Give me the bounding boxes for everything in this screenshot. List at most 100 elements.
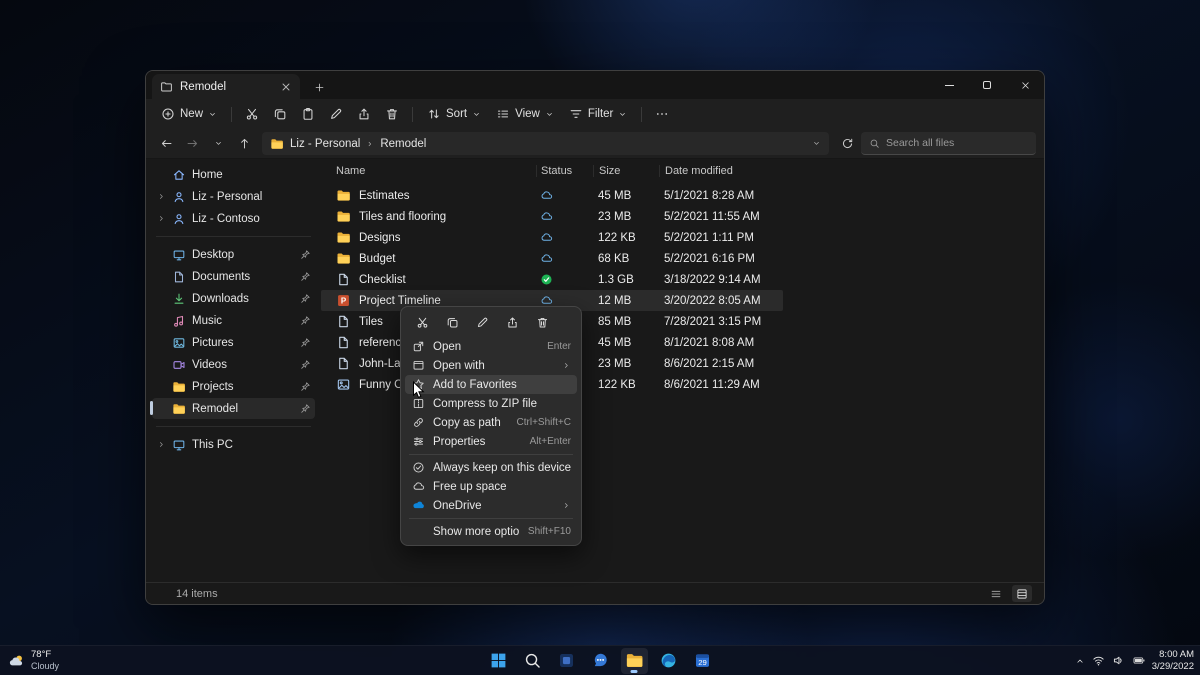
quick-copy-button[interactable]	[439, 312, 465, 333]
taskbar-search-button[interactable]	[519, 648, 546, 674]
menu-item-add-to-favorites[interactable]: Add to Favorites	[405, 375, 577, 394]
sidebar-item-remodel[interactable]: Remodel	[150, 398, 315, 419]
sidebar-item-label: Remodel	[192, 402, 239, 415]
share-icon	[357, 107, 371, 121]
sidebar-item-music[interactable]: Music	[152, 310, 315, 331]
sidebar-item-liz-contoso[interactable]: Liz - Contoso	[152, 208, 315, 229]
tray-expand-button[interactable]	[1075, 656, 1085, 666]
network-button[interactable]	[1092, 654, 1105, 667]
file-row-budget[interactable]: Budget 68 KB 5/2/2021 6:16 PM	[321, 248, 783, 269]
rename-button[interactable]	[323, 102, 349, 126]
details-view-toggle[interactable]	[1012, 585, 1032, 602]
volume-button[interactable]	[1112, 654, 1125, 667]
sidebar-item-downloads[interactable]: Downloads	[152, 288, 315, 309]
column-header-date-modified[interactable]: Date modified	[659, 165, 1044, 177]
file-size: 122 KB	[598, 231, 636, 244]
taskbar-edge-button[interactable]	[655, 648, 682, 674]
search-box[interactable]	[861, 132, 1036, 155]
taskbar-weather-widget[interactable]: 78°F Cloudy	[8, 649, 59, 671]
quick-share-button[interactable]	[499, 312, 525, 333]
context-menu: Open Enter Open with Add to Favorites Compre…	[400, 306, 582, 546]
filter-label: Filter	[587, 108, 614, 120]
file-row-tiles-and-flooring[interactable]: Tiles and flooring 23 MB 5/2/2021 11:55 AM	[321, 206, 783, 227]
quick-delete-button[interactable]	[529, 312, 555, 333]
refresh-button[interactable]	[835, 132, 859, 156]
sidebar-item-this-pc[interactable]: This PC	[152, 434, 315, 455]
menu-item-compress-to-zip-file[interactable]: Compress to ZIP file	[405, 394, 577, 413]
quick-rename-button[interactable]	[469, 312, 495, 333]
column-header-status[interactable]: Status	[536, 165, 593, 177]
recent-locations-button[interactable]	[206, 132, 230, 156]
back-icon	[160, 137, 173, 150]
delete-button[interactable]	[379, 102, 405, 126]
tab-remodel[interactable]: Remodel	[152, 74, 300, 99]
sort-button[interactable]: Sort	[420, 103, 488, 125]
copy-button[interactable]	[267, 102, 293, 126]
menu-item-copy-as-path[interactable]: Copy as path Ctrl+Shift+C	[405, 413, 577, 432]
maximize-button[interactable]	[968, 71, 1006, 99]
column-header-size[interactable]: Size	[593, 165, 659, 177]
sidebar-item-documents[interactable]: Documents	[152, 266, 315, 287]
file-name: Designs	[359, 231, 401, 244]
battery-button[interactable]	[1132, 654, 1145, 667]
sidebar-item-videos[interactable]: Videos	[152, 354, 315, 375]
search-icon	[869, 138, 880, 149]
close-button[interactable]	[1006, 71, 1044, 99]
cut-button[interactable]	[239, 102, 265, 126]
breadcrumb-item-current[interactable]: Remodel	[380, 138, 426, 150]
chevron-right-icon[interactable]	[156, 214, 166, 224]
file-row-estimates[interactable]: Estimates 45 MB 5/1/2021 8:28 AM	[321, 185, 783, 206]
menu-item-show-more-options[interactable]: Show more options Shift+F10	[405, 522, 577, 541]
menu-item-onedrive[interactable]: OneDrive	[405, 496, 577, 515]
new-tab-button[interactable]	[308, 76, 330, 98]
list-view-toggle[interactable]	[986, 585, 1006, 602]
menu-item-open[interactable]: Open Enter	[405, 337, 577, 356]
sidebar-item-pictures[interactable]: Pictures	[152, 332, 315, 353]
file-name: Estimates	[359, 189, 410, 202]
minimize-button[interactable]	[930, 71, 968, 99]
file-row-designs[interactable]: Designs 122 KB 5/2/2021 1:11 PM	[321, 227, 783, 248]
address-dropdown-icon[interactable]	[812, 139, 821, 148]
forward-button[interactable]	[180, 132, 204, 156]
status-bar: 14 items	[146, 582, 1044, 604]
menu-item-open-with[interactable]: Open with	[405, 356, 577, 375]
tab-close-icon[interactable]	[280, 81, 292, 93]
taskbar-file-explorer-button[interactable]	[620, 647, 648, 674]
chevron-right-icon[interactable]	[156, 440, 166, 450]
taskbar-task-view-button[interactable]	[553, 648, 580, 674]
folder-icon	[336, 188, 351, 203]
breadcrumb-item-parent[interactable]: Liz - Personal	[290, 138, 360, 150]
svg-text:P: P	[341, 297, 347, 306]
menu-item-properties[interactable]: Properties Alt+Enter	[405, 432, 577, 451]
sidebar-item-desktop[interactable]: Desktop	[152, 244, 315, 265]
more-options-button[interactable]	[649, 102, 675, 126]
breadcrumb[interactable]: Liz - Personal Remodel	[262, 132, 829, 155]
pin-icon	[300, 315, 311, 326]
file-row-checklist[interactable]: Checklist 1.3 GB 3/18/2022 9:14 AM	[321, 269, 783, 290]
music-icon	[172, 314, 186, 328]
menu-item-free-up-space[interactable]: Free up space	[405, 477, 577, 496]
file-name: Tiles and flooring	[359, 210, 447, 223]
menu-item-always-keep-on-this-device[interactable]: Always keep on this device	[405, 458, 577, 477]
up-button[interactable]	[232, 132, 256, 156]
filter-button[interactable]: Filter	[562, 103, 635, 125]
paste-button[interactable]	[295, 102, 321, 126]
share-button[interactable]	[351, 102, 377, 126]
taskbar-calendar-button[interactable]: 29	[689, 648, 716, 674]
sidebar-item-projects[interactable]: Projects	[152, 376, 315, 397]
sidebar-item-liz-personal[interactable]: Liz - Personal	[152, 186, 315, 207]
clock[interactable]: 8:00 AM 3/29/2022	[1152, 649, 1194, 673]
toolbar-divider	[641, 106, 643, 122]
view-button[interactable]: View	[489, 103, 561, 125]
chevron-down-icon	[618, 110, 627, 119]
taskbar-start-button[interactable]	[485, 648, 512, 674]
taskbar-chat-button[interactable]	[587, 648, 614, 674]
back-button[interactable]	[154, 132, 178, 156]
search-input[interactable]	[886, 137, 1028, 149]
quick-cut-button[interactable]	[409, 312, 435, 333]
column-header-name[interactable]: Name	[336, 165, 536, 177]
chevron-right-icon[interactable]	[156, 192, 166, 202]
new-button[interactable]: New	[154, 103, 224, 125]
sidebar-item-home[interactable]: Home	[152, 164, 315, 185]
